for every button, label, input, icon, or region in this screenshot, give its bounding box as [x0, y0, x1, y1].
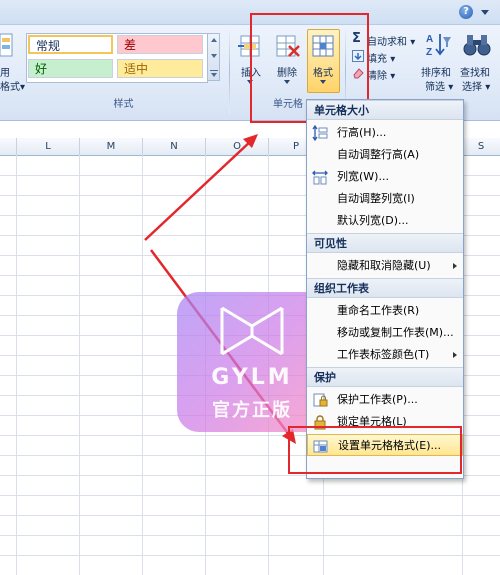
submenu-arrow-icon — [453, 352, 457, 358]
menu-item-rename-sheet[interactable]: 重命名工作表(R) — [307, 300, 463, 322]
menu-item-hide-unhide[interactable]: 隐藏和取消隐藏(U) — [307, 255, 463, 277]
chevron-down-icon: ▾ — [390, 71, 396, 82]
menu-section-organize: 组织工作表 — [307, 278, 463, 298]
menu-item-autofit-column[interactable]: 自动调整列宽(I) — [307, 188, 463, 210]
grid-column-line — [79, 155, 80, 575]
menu-item-protect-sheet[interactable]: 保护工作表(P)... — [307, 389, 463, 411]
menu-item-label: 重命名工作表(R) — [337, 304, 420, 317]
column-header-o[interactable]: O — [206, 138, 269, 155]
column-header-m[interactable]: M — [80, 138, 143, 155]
scroll-down-icon[interactable] — [211, 54, 217, 58]
annotation-box-format-cells — [288, 426, 462, 474]
menu-item-move-copy[interactable]: 移动或复制工作表(M)... — [307, 322, 463, 344]
clear-label: 清除 — [367, 71, 387, 82]
style-normal[interactable]: 常规 — [28, 35, 113, 54]
column-header-l[interactable]: L — [17, 138, 80, 155]
row-height-icon — [312, 125, 328, 141]
watermark-tagline: 官方正版 — [212, 400, 292, 421]
scroll-up-icon[interactable] — [211, 38, 217, 42]
column-header-s[interactable]: S — [462, 138, 500, 155]
chevron-down-icon: ▾ — [485, 82, 491, 93]
menu-item-default-width[interactable]: 默认列宽(D)... — [307, 210, 463, 232]
style-bad[interactable]: 差 — [117, 35, 203, 54]
menu-item-label: 列宽(W)... — [337, 170, 389, 183]
gallery-scroll[interactable] — [207, 33, 220, 81]
group-label-styles: 样式 — [113, 99, 134, 110]
column-width-icon — [312, 170, 328, 185]
grid-column-line — [142, 155, 143, 575]
svg-text:Z: Z — [426, 47, 432, 58]
column-header-partial[interactable] — [0, 138, 17, 155]
menu-item-label: 保护工作表(P)... — [337, 393, 418, 406]
menu-item-column-width[interactable]: 列宽(W)... — [307, 166, 463, 188]
grid-row-line — [0, 515, 500, 516]
chevron-down-icon: ▾ — [448, 82, 454, 93]
sort-filter-button[interactable]: 筛选 ▾ — [425, 78, 453, 93]
grid-row-line — [0, 535, 500, 536]
cell-styles-label-2[interactable]: 格式▾ — [0, 78, 25, 93]
fill-button[interactable]: 填充 ▾ — [367, 50, 395, 65]
menu-item-label: 工作表标签颜色(T) — [337, 348, 430, 361]
ribbon-minimize-icon[interactable] — [481, 10, 489, 15]
chevron-down-icon: ▾ — [410, 37, 416, 48]
menu-item-row-height[interactable]: 行高(H)... — [307, 122, 463, 144]
menu-section-visibility: 可见性 — [307, 233, 463, 253]
chevron-down-icon: ▾ — [390, 54, 396, 65]
help-icon[interactable]: ? — [459, 5, 473, 19]
autosum-label: 自动求和 — [367, 37, 407, 48]
format-dropdown-menu: 单元格大小 行高(H)... 自动调整行高(A) 列宽(W)... 自动调整列宽… — [306, 99, 464, 479]
find-select-label-2: 选择 — [462, 82, 482, 93]
sort-filter-label-2: 筛选 — [425, 82, 445, 93]
watermark-bowtie-icon — [220, 306, 284, 356]
fill-label: 填充 — [367, 54, 387, 65]
watermark-brand: GYLM — [211, 365, 293, 390]
sort-filter-icon[interactable]: A Z — [425, 31, 451, 59]
menu-item-label: 隐藏和取消隐藏(U) — [337, 259, 431, 272]
clear-button[interactable]: 清除 ▾ — [367, 67, 395, 82]
menu-item-label: 行高(H)... — [337, 126, 387, 139]
autosum-button[interactable]: 自动求和 ▾ — [367, 33, 415, 48]
menu-section-protection: 保护 — [307, 367, 463, 387]
protect-sheet-icon — [313, 393, 328, 407]
more-icon[interactable] — [210, 70, 218, 71]
style-neutral[interactable]: 适中 — [117, 59, 203, 78]
column-header-n[interactable]: N — [143, 138, 206, 155]
find-select-button[interactable]: 选择 ▾ — [462, 78, 490, 93]
svg-text:A: A — [426, 34, 433, 45]
sort-filter-label-1[interactable]: 排序和 — [421, 64, 451, 79]
menu-item-label: 自动调整列宽(I) — [337, 192, 415, 205]
menu-item-tab-color[interactable]: 工作表标签颜色(T) — [307, 344, 463, 366]
more-arrow-icon — [211, 73, 217, 77]
menu-item-label: 默认列宽(D)... — [337, 214, 409, 227]
watermark-logo: GYLM 官方正版 — [177, 292, 327, 432]
menu-item-label: 自动调整行高(A) — [337, 148, 420, 161]
grid-column-line — [16, 155, 17, 575]
cell-styles-icon[interactable] — [0, 32, 14, 60]
menu-section-cell-size: 单元格大小 — [307, 100, 463, 120]
cell-styles-label-2-text: 格式 — [0, 82, 20, 93]
menu-item-label: 移动或复制工作表(M)... — [337, 326, 454, 339]
find-select-label-1[interactable]: 查找和 — [460, 64, 490, 79]
grid-row-line — [0, 555, 500, 556]
grid-row-line — [0, 495, 500, 496]
style-good[interactable]: 好 — [28, 59, 113, 78]
chevron-down-icon: ▾ — [20, 82, 26, 93]
submenu-arrow-icon — [453, 263, 457, 269]
cell-styles-label-1[interactable]: 用 — [0, 64, 10, 79]
group-separator — [229, 30, 230, 114]
menu-item-autofit-row[interactable]: 自动调整行高(A) — [307, 144, 463, 166]
binoculars-icon[interactable] — [462, 32, 492, 58]
